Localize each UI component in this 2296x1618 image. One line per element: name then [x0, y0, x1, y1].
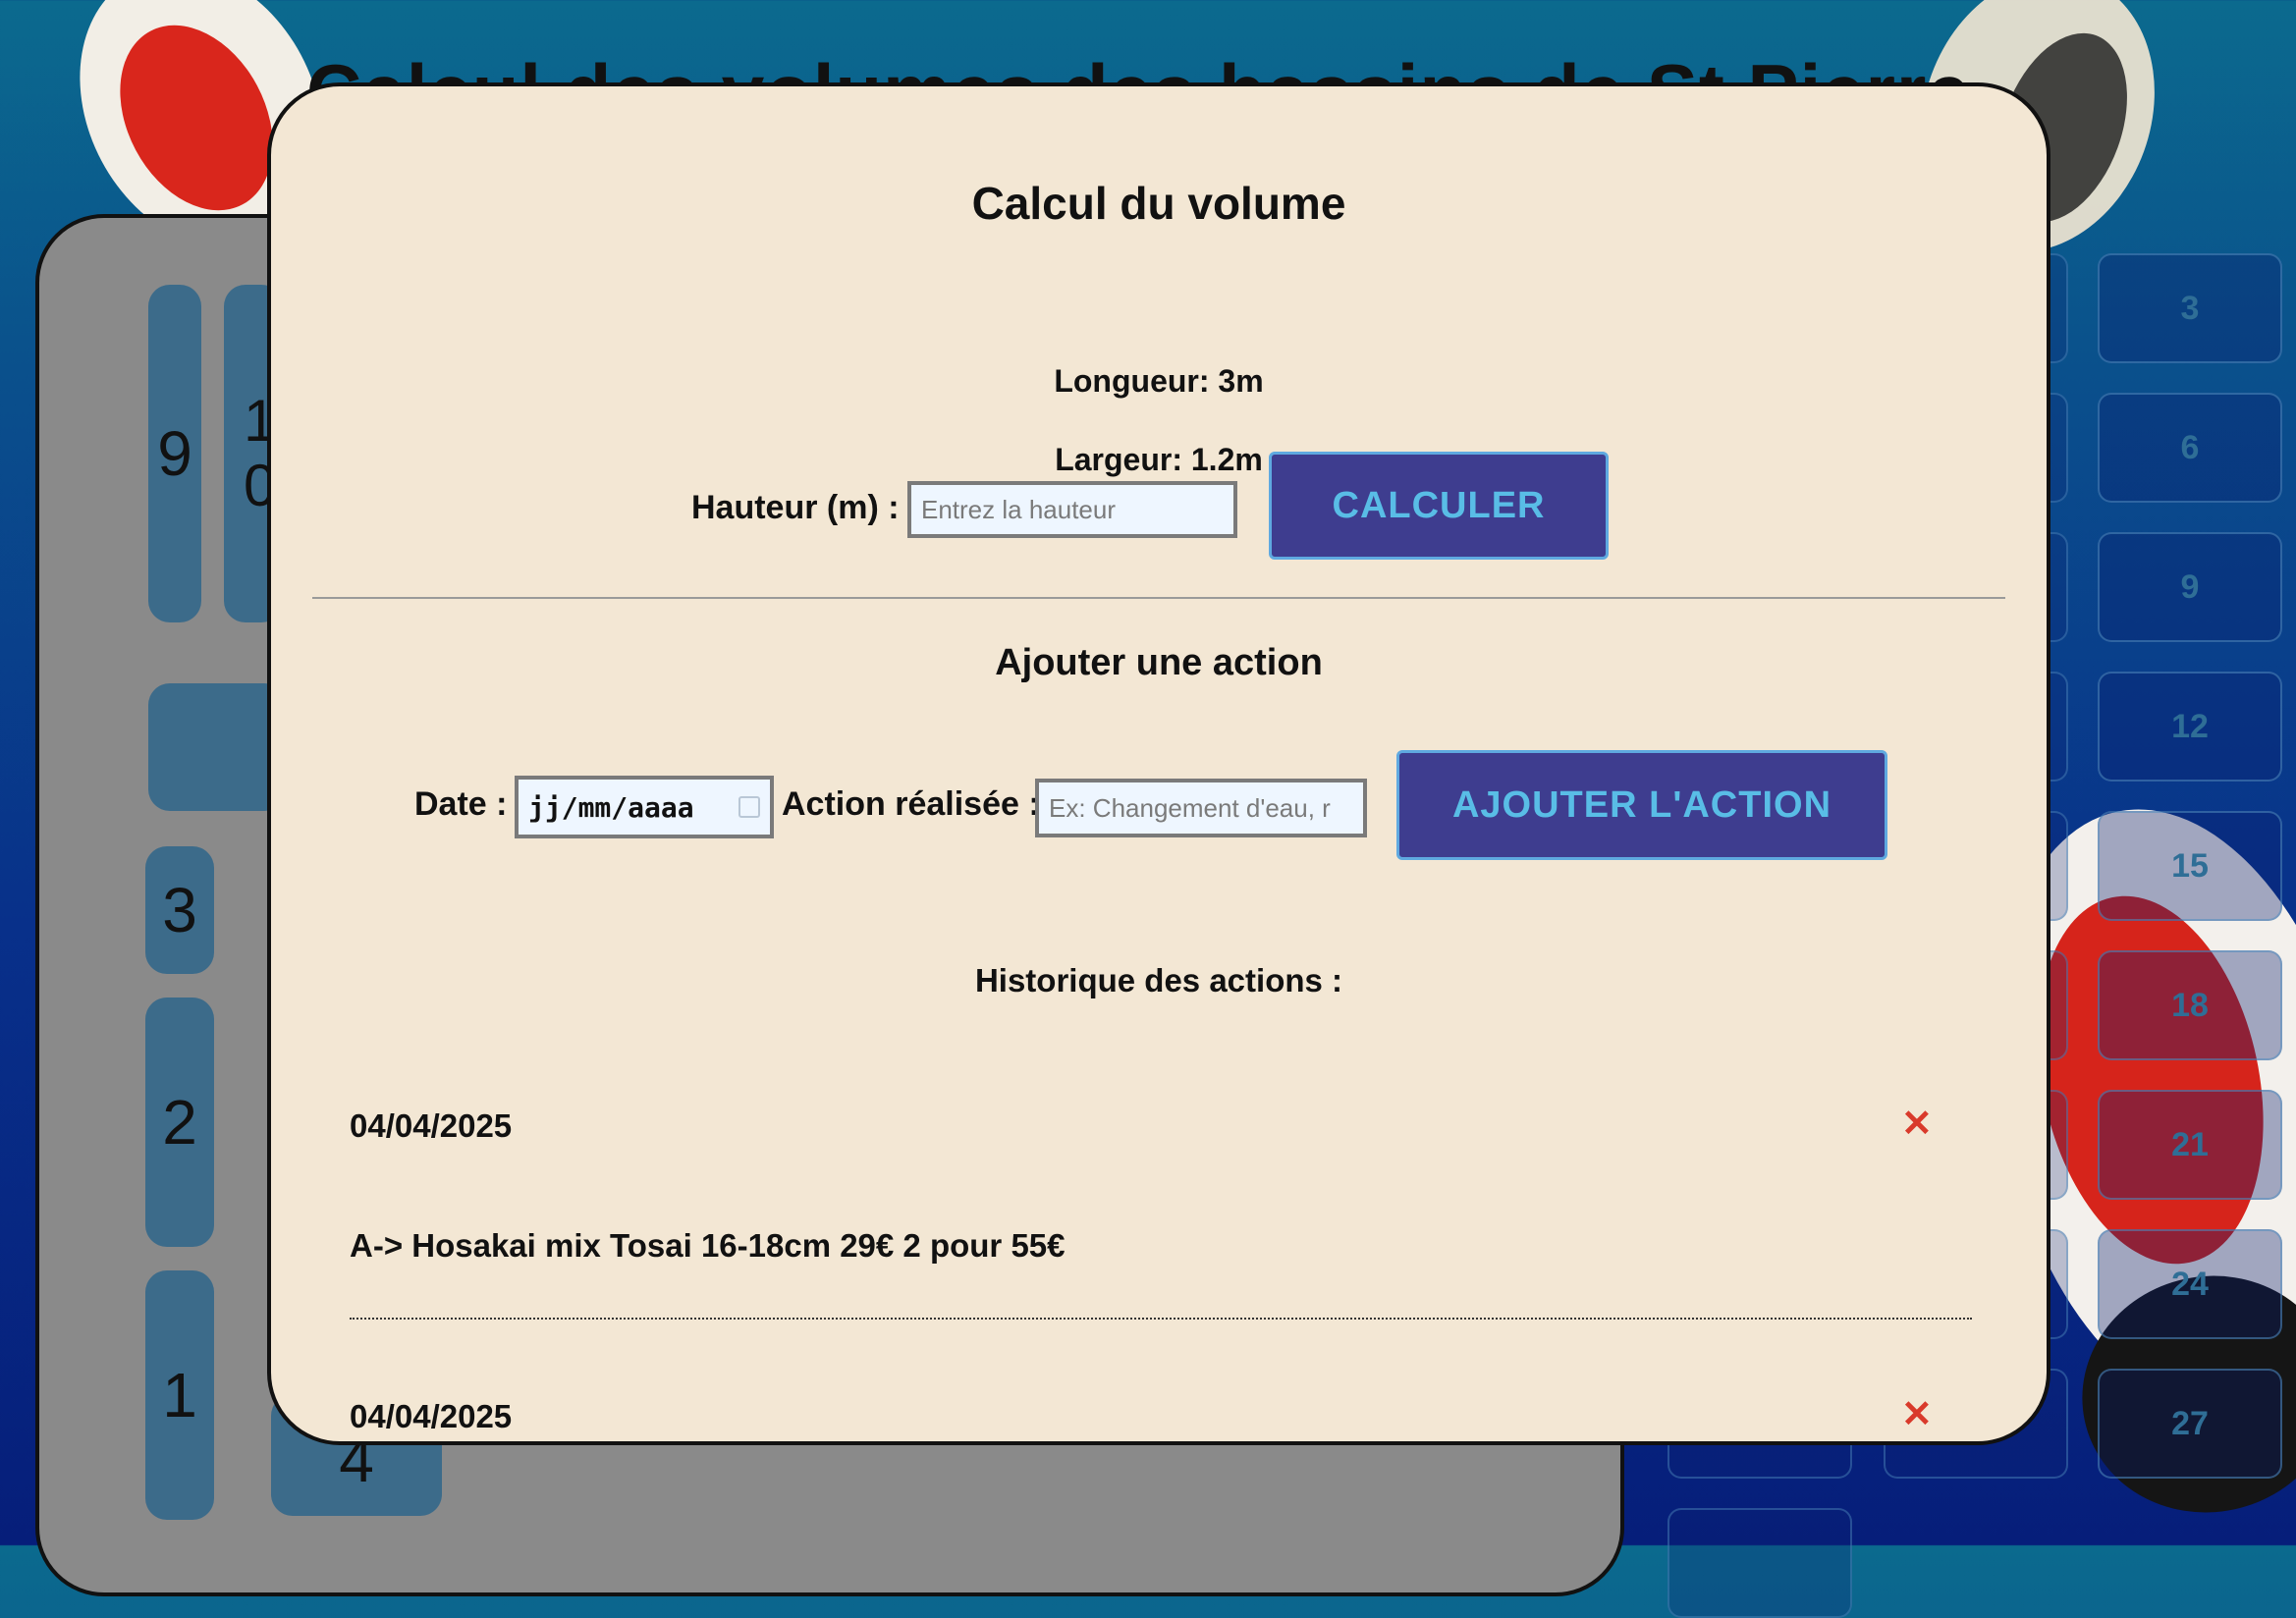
- calculate-button[interactable]: CALCULER: [1269, 452, 1609, 560]
- delete-icon[interactable]: ✕: [1901, 1392, 1933, 1436]
- height-label: Hauteur (m) :: [691, 489, 900, 526]
- basin-grid-cell-18[interactable]: 18: [2098, 950, 2282, 1060]
- width-info: Largeur: 1.2m: [1055, 442, 1263, 477]
- basin-number: 3: [162, 875, 197, 945]
- history-entry-date: 04/04/2025: [350, 1398, 513, 1434]
- entry-divider: [350, 1318, 1972, 1320]
- basin-number: 3: [2180, 289, 2200, 327]
- history-entry-date: 04/04/2025: [350, 1107, 513, 1144]
- date-placeholder: jj/mm/aaaa: [528, 790, 694, 824]
- basin-grid-cell-15[interactable]: 15: [2098, 811, 2282, 921]
- basin-grid-cell-24[interactable]: 24: [2098, 1229, 2282, 1339]
- basin-grid-cell-6[interactable]: 6: [2098, 393, 2282, 503]
- basin-number: 15: [2171, 846, 2209, 885]
- basin-number: 9: [157, 418, 192, 489]
- history-title: Historique des actions :: [974, 962, 1343, 998]
- basin-grid-cell-3[interactable]: 3: [2098, 253, 2282, 363]
- volume-modal: Calcul du volume Longueur: 3m Largeur: 1…: [267, 82, 2050, 1445]
- basin-grid-cell-9[interactable]: 9: [2098, 532, 2282, 642]
- date-label: Date :: [414, 785, 508, 823]
- basin-tile-1[interactable]: 1: [145, 1270, 214, 1520]
- basin-number: 10: [244, 388, 277, 518]
- add-action-title: Ajouter une action: [995, 642, 1323, 683]
- basin-number: 9: [2180, 567, 2200, 606]
- add-action-button[interactable]: AJOUTER L'ACTION: [1396, 750, 1887, 860]
- length-info: Longueur: 3m: [1054, 363, 1264, 399]
- basin-number: 21: [2171, 1125, 2209, 1163]
- action-label: Action réalisée :: [782, 785, 1040, 823]
- basin-tile-wide[interactable]: [148, 683, 286, 811]
- basin-tile-3[interactable]: 3: [145, 846, 214, 974]
- basin-grid-cell-27[interactable]: 27: [2098, 1369, 2282, 1479]
- date-input[interactable]: jj/mm/aaaa: [515, 776, 774, 838]
- delete-icon[interactable]: ✕: [1901, 1102, 1933, 1146]
- history-entry-text: A-> Hosakai mix Tosai 16-18cm 29€ 2 pour…: [350, 1227, 1066, 1264]
- basin-number: 2: [162, 1087, 197, 1158]
- basin-number: 1: [162, 1360, 197, 1430]
- basin-number: 18: [2171, 986, 2209, 1024]
- basin-tile-2[interactable]: 2: [145, 998, 214, 1247]
- basin-number: 12: [2171, 707, 2209, 745]
- calendar-icon[interactable]: [738, 796, 760, 818]
- action-input[interactable]: [1035, 779, 1367, 837]
- basin-number: 27: [2171, 1404, 2209, 1442]
- height-input[interactable]: [907, 481, 1237, 538]
- basin-grid-cell[interactable]: [1667, 1508, 1852, 1618]
- basin-tile-9[interactable]: 9: [148, 285, 201, 622]
- section-divider: [312, 597, 2005, 599]
- modal-title: Calcul du volume: [971, 178, 1346, 229]
- basin-number: 24: [2171, 1265, 2209, 1303]
- basin-grid-cell-21[interactable]: 21: [2098, 1090, 2282, 1200]
- basin-number: 6: [2180, 428, 2200, 466]
- basin-grid-cell-12[interactable]: 12: [2098, 672, 2282, 782]
